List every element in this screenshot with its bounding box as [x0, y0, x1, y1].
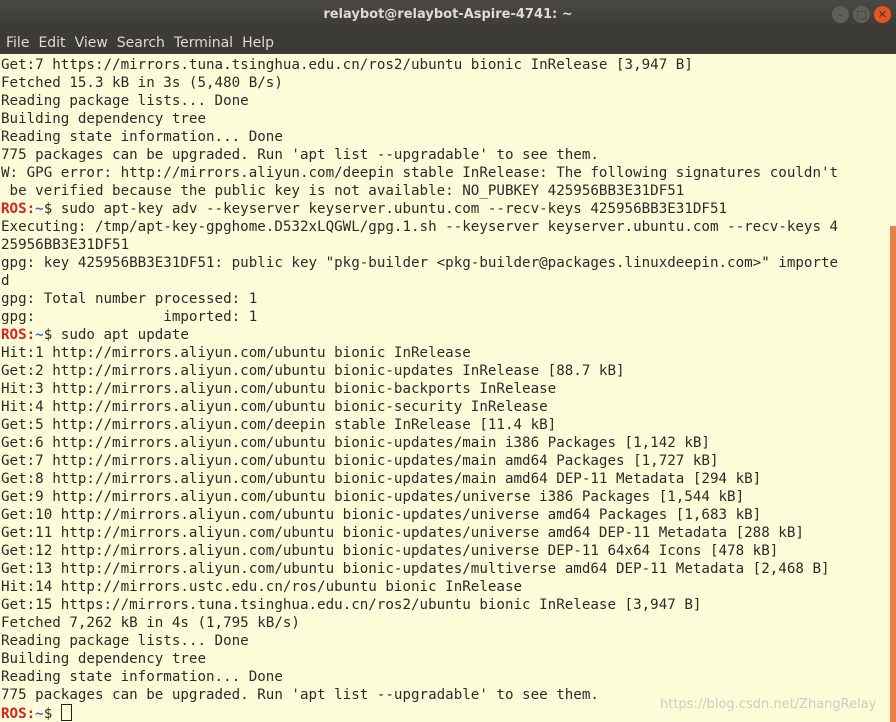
- command-text: $ sudo apt update: [43, 327, 189, 343]
- menu-view[interactable]: View: [72, 30, 111, 56]
- terminal-line: Hit:4 http://mirrors.aliyun.com/ubuntu b…: [1, 399, 548, 415]
- terminal-line: W: GPG error: http://mirrors.aliyun.com/…: [1, 165, 839, 181]
- menu-terminal[interactable]: Terminal: [171, 30, 236, 56]
- prompt-host: ROS:: [1, 706, 36, 722]
- prompt-host: ROS:: [1, 201, 36, 217]
- terminal-line: d: [1, 273, 10, 289]
- command-text: $ sudo apt-key adv --keyserver keyserver…: [43, 201, 728, 217]
- terminal-line: ROS:~$ sudo apt-key adv --keyserver keys…: [0, 200, 890, 218]
- terminal-line: Building dependency tree: [1, 111, 206, 127]
- terminal-line: Get:7 http://mirrors.aliyun.com/ubuntu b…: [1, 453, 719, 469]
- terminal-line: Get:9 http://mirrors.aliyun.com/ubuntu b…: [1, 489, 745, 505]
- maximize-icon[interactable]: □: [853, 6, 870, 23]
- prompt-path: ~: [35, 201, 44, 217]
- minimize-icon[interactable]: –: [832, 6, 849, 23]
- window-title: relaybot@relaybot-Aspire-4741: ~: [323, 7, 573, 22]
- menu-help[interactable]: Help: [239, 30, 277, 56]
- terminal-line: Hit:1 http://mirrors.aliyun.com/ubuntu b…: [1, 345, 471, 361]
- menu-edit[interactable]: Edit: [35, 30, 68, 56]
- terminal-line: Get:5 http://mirrors.aliyun.com/deepin s…: [1, 417, 557, 433]
- terminal-line: 25956BB3E31DF51: [1, 237, 130, 253]
- terminal-line: Get:15 https://mirrors.tuna.tsinghua.edu…: [1, 597, 702, 613]
- terminal-line: 775 packages can be upgraded. Run 'apt l…: [1, 147, 599, 163]
- prompt-path: ~: [35, 327, 44, 343]
- terminal-line: Get:13 http://mirrors.aliyun.com/ubuntu …: [1, 561, 830, 577]
- terminal-line: Get:8 http://mirrors.aliyun.com/ubuntu b…: [1, 471, 762, 487]
- terminal-line: Fetched 7,262 kB in 4s (1,795 kB/s): [1, 615, 300, 631]
- terminal-line: Executing: /tmp/apt-key-gpghome.D532xLQG…: [1, 219, 839, 235]
- scrollbar[interactable]: [890, 226, 896, 722]
- terminal-line: ROS:~$ sudo apt update: [0, 326, 890, 344]
- terminal-line: gpg: Total number processed: 1: [1, 291, 258, 307]
- close-icon[interactable]: ✕: [874, 6, 891, 23]
- terminal-line: Get:12 http://mirrors.aliyun.com/ubuntu …: [1, 543, 779, 559]
- menu-search[interactable]: Search: [114, 30, 168, 56]
- terminal-line: Reading package lists... Done: [1, 633, 249, 649]
- terminal-line: Get:6 http://mirrors.aliyun.com/ubuntu b…: [1, 435, 710, 451]
- terminal-line: gpg: imported: 1: [1, 309, 258, 325]
- terminal-line: Hit:14 http://mirrors.ustc.edu.cn/ros/ub…: [1, 579, 523, 595]
- title-bar[interactable]: relaybot@relaybot-Aspire-4741: ~: [0, 0, 896, 30]
- command-text: $: [43, 706, 61, 722]
- terminal-line: Hit:3 http://mirrors.aliyun.com/ubuntu b…: [1, 381, 557, 397]
- terminal-line: Get:2 http://mirrors.aliyun.com/ubuntu b…: [1, 363, 625, 379]
- terminal-line: Get:11 http://mirrors.aliyun.com/ubuntu …: [1, 525, 804, 541]
- terminal-line: Get:10 http://mirrors.aliyun.com/ubuntu …: [1, 507, 762, 523]
- terminal-window: relaybot@relaybot-Aspire-4741: ~ – □ ✕ F…: [0, 0, 896, 722]
- prompt-path: ~: [35, 706, 44, 722]
- terminal-line: gpg: key 425956BB3E31DF51: public key "p…: [1, 255, 839, 271]
- cursor[interactable]: [60, 704, 72, 721]
- terminal-line: Reading state information... Done: [1, 129, 283, 145]
- watermark: https://blog.csdn.net/ZhangRelay: [660, 697, 877, 712]
- terminal-line: Reading state information... Done: [1, 669, 283, 685]
- menu-file[interactable]: File: [3, 30, 32, 56]
- terminal-line: Reading package lists... Done: [1, 93, 249, 109]
- menu-bar: File Edit View Search Terminal Help: [0, 30, 896, 54]
- prompt-host: ROS:: [1, 327, 36, 343]
- terminal-line: Fetched 15.3 kB in 3s (5,480 B/s): [1, 75, 283, 91]
- terminal-line: Building dependency tree: [1, 651, 206, 667]
- terminal-line: be verified because the public key is no…: [1, 183, 685, 199]
- terminal-output[interactable]: Get:7 https://mirrors.tuna.tsinghua.edu.…: [0, 56, 890, 722]
- terminal-line: Get:7 https://mirrors.tuna.tsinghua.edu.…: [1, 57, 693, 73]
